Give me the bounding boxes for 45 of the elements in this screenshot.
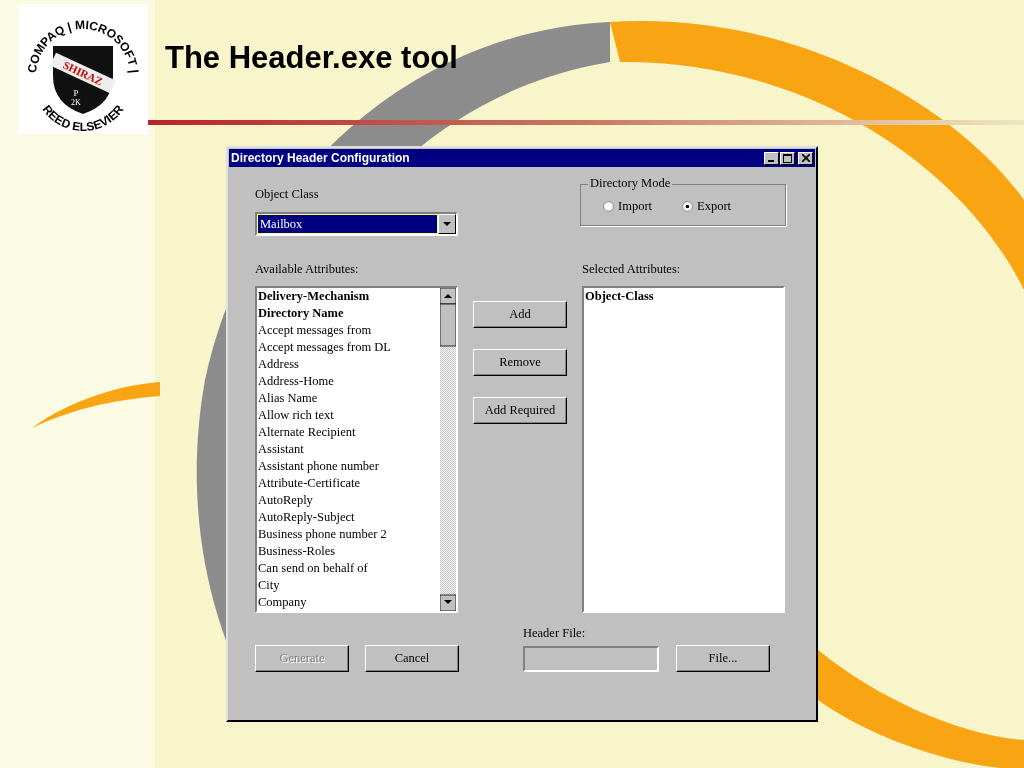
object-class-dropdown[interactable]: Mailbox	[255, 212, 458, 236]
header-file-field[interactable]	[523, 646, 659, 672]
maximize-icon	[783, 153, 792, 163]
list-item[interactable]: Address-Home	[257, 373, 440, 390]
action-button[interactable]: Add	[473, 301, 567, 328]
radio-option[interactable]: Import	[603, 198, 653, 214]
radio-option[interactable]: Export	[682, 198, 732, 214]
field-label: Header File:	[523, 626, 587, 641]
action-button[interactable]: Remove	[473, 349, 567, 376]
scrollbar[interactable]	[440, 288, 456, 611]
action-button[interactable]: Add Required	[473, 397, 567, 424]
minimize-button[interactable]	[764, 151, 779, 165]
list-item[interactable]: AutoReply-Subject	[257, 509, 440, 526]
close-button[interactable]	[798, 151, 813, 165]
list-item[interactable]: Alias Name	[257, 390, 440, 407]
list-item[interactable]: Can send on behalf of	[257, 560, 440, 577]
list-item[interactable]: City	[257, 577, 440, 594]
attribute-list[interactable]: Object-Class	[582, 286, 785, 613]
field-label: Object Class	[255, 187, 320, 202]
close-icon	[801, 154, 810, 162]
list-item[interactable]: Object-Class	[584, 288, 783, 306]
list-item[interactable]: Alternate Recipient	[257, 424, 440, 441]
list-item[interactable]: Business phone number 2	[257, 526, 440, 543]
list-label: Selected Attributes:	[582, 262, 682, 277]
list-item[interactable]: Address	[257, 356, 440, 373]
list-item[interactable]: Company	[257, 594, 440, 611]
file-button[interactable]: File...	[676, 645, 770, 672]
list-item[interactable]: Assistant phone number	[257, 458, 440, 475]
window-title: Directory Header Configuration	[231, 151, 411, 165]
list-label: Available Attributes:	[255, 262, 360, 277]
list-item[interactable]: Accept messages from	[257, 322, 440, 339]
list-item[interactable]: Allow rich text	[257, 407, 440, 424]
list-item[interactable]: Delivery-Mechanism	[257, 288, 440, 305]
list-item[interactable]: AutoReply	[257, 492, 440, 509]
group-label: Directory Mode	[588, 176, 673, 191]
slide-title: The Header.exe tool	[165, 40, 458, 76]
dialog-button[interactable]: Cancel	[365, 645, 459, 672]
attribute-list[interactable]	[255, 286, 458, 613]
dropdown-icon	[443, 221, 451, 227]
list-item[interactable]: Attribute-Certificate	[257, 475, 440, 492]
list-item[interactable]: Accept messages from DL	[257, 339, 440, 356]
list-item[interactable]: Assistant	[257, 441, 440, 458]
list-item[interactable]: Directory Name	[257, 305, 440, 322]
maximize-button[interactable]	[780, 151, 795, 165]
list-item[interactable]: Business-Roles	[257, 543, 440, 560]
